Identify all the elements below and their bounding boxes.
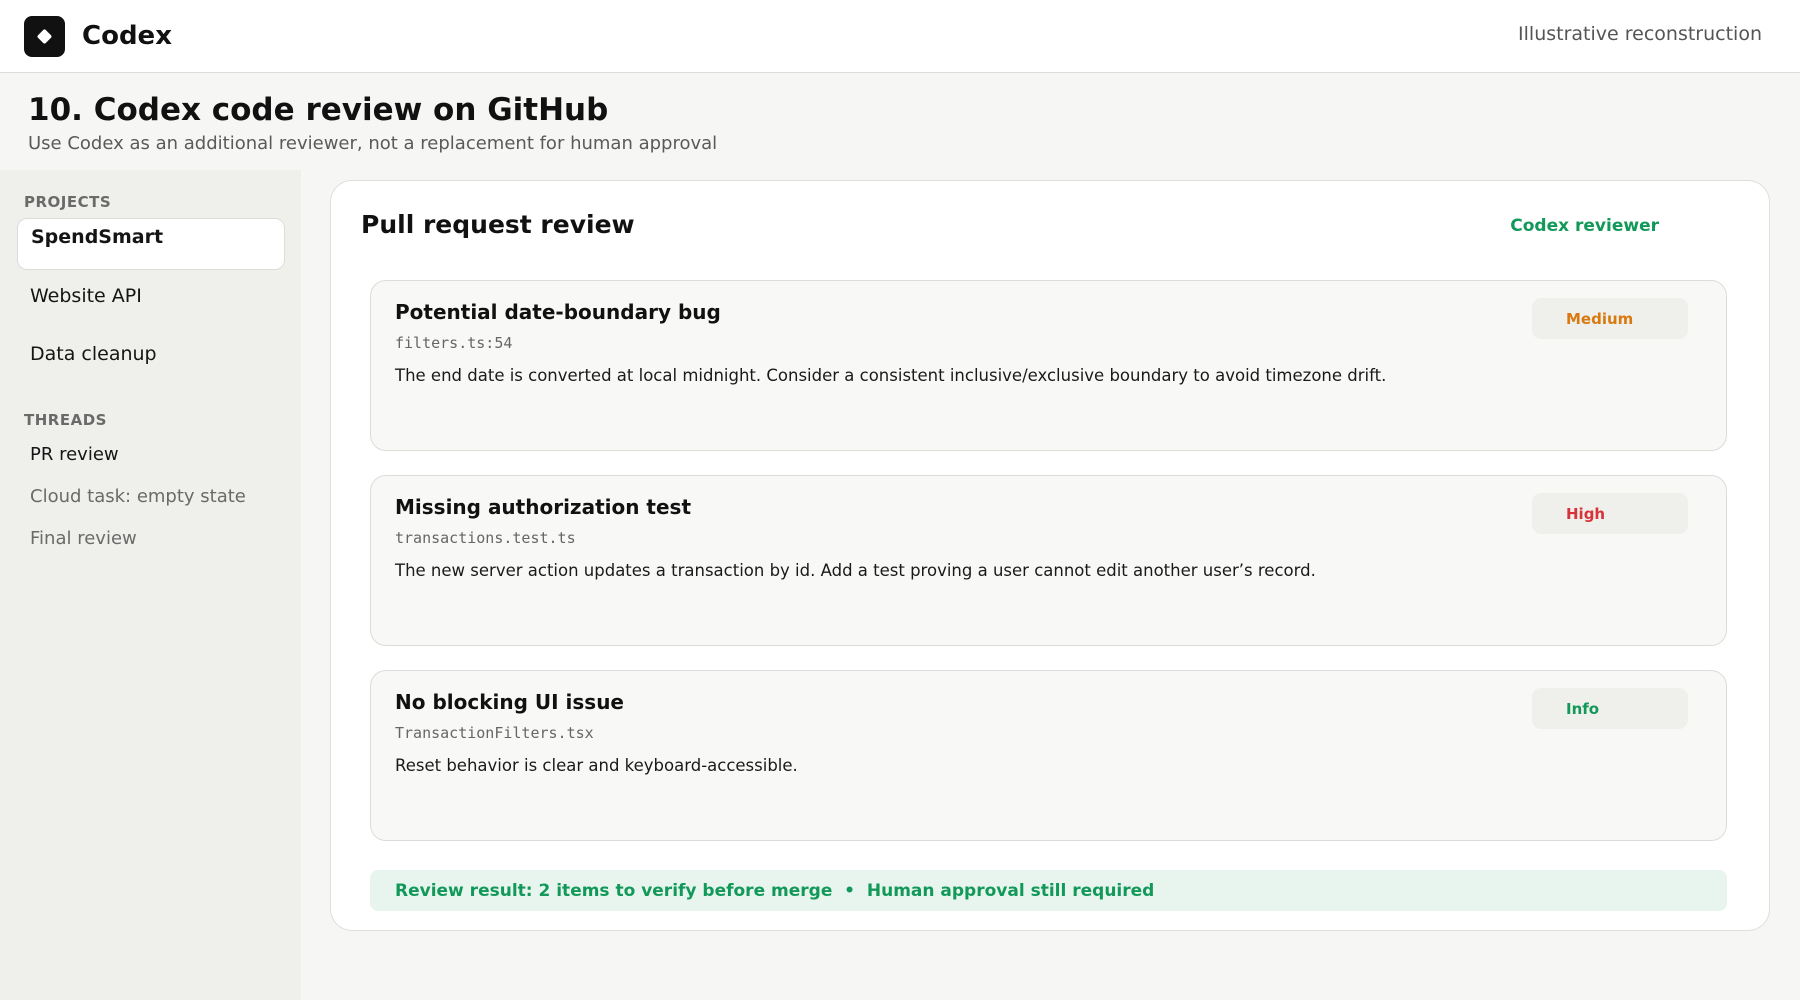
logo-diamond (36, 28, 53, 45)
reconstruction-note: Illustrative reconstruction (1518, 23, 1762, 45)
threads-section-label: THREADS (24, 411, 107, 429)
review-result-banner: Review result: 2 items to verify before … (370, 870, 1727, 911)
top-bar: Codex Illustrative reconstruction (0, 0, 1800, 73)
review-panel: Pull request review Codex reviewer Poten… (330, 180, 1770, 931)
severity-badge: High (1532, 493, 1688, 534)
sidebar-project-website-api[interactable]: Website API (17, 270, 285, 322)
sidebar-thread-final-review[interactable]: Final review (30, 527, 137, 551)
finding-file[interactable]: filters.ts:54 (395, 334, 512, 352)
projects-section-label: PROJECTS (24, 193, 112, 211)
sidebar-project-spendsmart[interactable]: SpendSmart (17, 218, 285, 270)
finding-file[interactable]: transactions.test.ts (395, 529, 576, 547)
finding-card[interactable]: Potential date-boundary bug filters.ts:5… (370, 280, 1727, 451)
sidebar-project-label: SpendSmart (31, 226, 164, 248)
finding-card[interactable]: Missing authorization test transactions.… (370, 475, 1727, 646)
sidebar-project-data-cleanup[interactable]: Data cleanup (17, 328, 285, 380)
finding-file[interactable]: TransactionFilters.tsx (395, 724, 594, 742)
page-title: 10. Codex code review on GitHub (28, 92, 609, 128)
severity-badge: Medium (1532, 298, 1688, 339)
reviewer-label: Codex reviewer (1510, 216, 1659, 236)
sidebar-project-label: Website API (30, 285, 142, 307)
finding-card[interactable]: No blocking UI issue TransactionFilters.… (370, 670, 1727, 841)
sidebar-thread-pr-review[interactable]: PR review (30, 443, 119, 467)
finding-title: Potential date-boundary bug (395, 300, 721, 324)
sidebar: PROJECTS SpendSmart Website API Data cle… (0, 170, 301, 1000)
app-title: Codex (82, 21, 172, 51)
codex-logo-icon[interactable] (24, 16, 65, 57)
sidebar-project-label: Data cleanup (30, 343, 157, 365)
finding-description: The end date is converted at local midni… (395, 366, 1387, 385)
severity-badge: Info (1532, 688, 1688, 729)
sidebar-thread-cloud-task[interactable]: Cloud task: empty state (30, 485, 246, 509)
panel-title: Pull request review (361, 210, 635, 239)
page-header: 10. Codex code review on GitHub Use Code… (28, 90, 717, 156)
finding-description: The new server action updates a transact… (395, 561, 1316, 580)
finding-title: No blocking UI issue (395, 690, 624, 714)
page-subtitle: Use Codex as an additional reviewer, not… (28, 133, 718, 154)
finding-title: Missing authorization test (395, 495, 692, 519)
finding-description: Reset behavior is clear and keyboard-acc… (395, 756, 798, 775)
